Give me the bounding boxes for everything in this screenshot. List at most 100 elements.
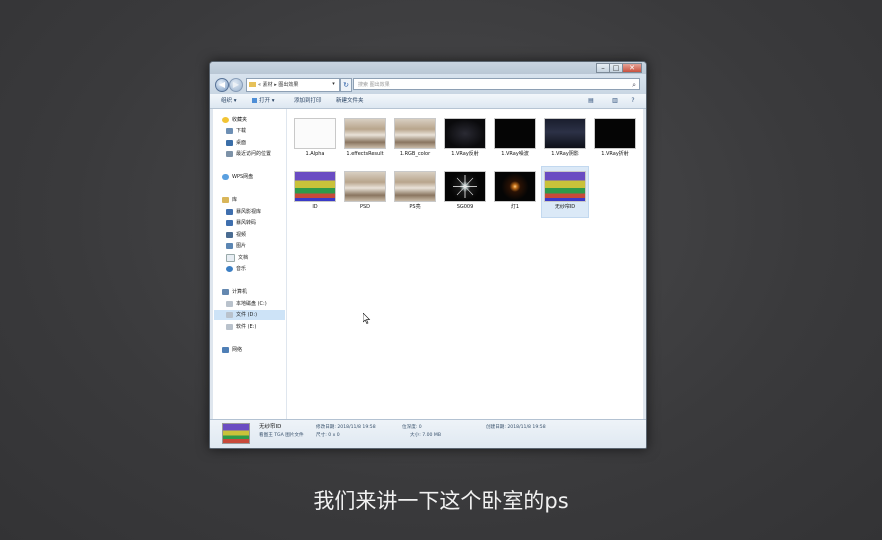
picture-icon — [226, 242, 233, 249]
file-thumbnail — [394, 171, 436, 202]
nav-documents[interactable]: 文档 — [226, 253, 248, 263]
nav-network[interactable]: 网络 — [222, 345, 242, 355]
close-button[interactable]: ✕ — [622, 63, 642, 73]
download-icon — [226, 127, 233, 134]
refresh-icon[interactable]: ↻ — [340, 78, 352, 92]
drive-icon — [226, 311, 233, 318]
network-icon — [222, 346, 229, 353]
minimize-button[interactable]: – — [596, 63, 610, 73]
explorer-window: – □ ✕ ◀ ▶ « 素材 ▸ 图出效果 ▾ ↻ 搜索 图出效果 ⌕ 组织 ▾… — [209, 61, 647, 449]
status-thumbnail — [222, 423, 250, 444]
forward-button[interactable]: ▶ — [229, 78, 243, 92]
nav-baofeng-transcode[interactable]: 暴风转码 — [226, 218, 256, 228]
nav-label: 文档 — [238, 255, 249, 261]
status-created: 创建日期: 2018/11/8 19:58 — [486, 425, 546, 430]
status-dimensions: 尺寸: 0 x 0 — [316, 433, 340, 438]
nav-videos[interactable]: 视频 — [226, 230, 246, 240]
nav-desktop[interactable]: 桌面 — [226, 138, 246, 148]
nav-label: 视频 — [236, 232, 247, 238]
file-item[interactable]: 1.VRay阴影 — [542, 114, 588, 164]
file-item[interactable]: 1.RGB_color — [392, 114, 438, 164]
nav-favorites[interactable]: 收藏夹 — [222, 115, 247, 125]
nav-downloads[interactable]: 下载 — [226, 126, 246, 136]
folder-icon — [249, 82, 256, 87]
file-thumbnail — [544, 118, 586, 149]
open-button[interactable]: 打开 ▾ — [252, 96, 275, 106]
status-modified: 修改日期: 2018/11/8 19:58 — [316, 425, 376, 430]
nav-drive-e[interactable]: 软件 (E:) — [226, 322, 256, 332]
address-path: « 素材 ▸ 图出效果 — [258, 82, 299, 88]
share-button[interactable]: 添加到打印 — [294, 96, 322, 106]
nav-baofeng-library[interactable]: 暴风影视库 — [226, 207, 261, 217]
view-options-icon[interactable]: ▤ — [586, 96, 596, 105]
nav-label: 本地磁盘 (C:) — [236, 301, 267, 307]
title-bar[interactable]: – □ ✕ — [210, 62, 646, 74]
nav-drive-c[interactable]: 本地磁盘 (C:) — [226, 299, 267, 309]
help-icon[interactable]: ? — [628, 96, 638, 105]
file-thumbnail — [344, 171, 386, 202]
search-input[interactable]: 搜索 图出效果 ⌕ — [353, 78, 640, 90]
search-icon[interactable]: ⌕ — [632, 79, 636, 91]
status-size: 大小: 7.00 MB — [410, 433, 441, 438]
desktop-icon — [226, 139, 233, 146]
maximize-button[interactable]: □ — [609, 63, 623, 73]
nav-recent[interactable]: 最近访问的位置 — [226, 149, 271, 159]
cloud-icon — [222, 173, 229, 180]
nav-computer[interactable]: 计算机 — [222, 287, 247, 297]
file-thumbnail — [444, 118, 486, 149]
nav-libraries[interactable]: 库 — [222, 195, 237, 205]
file-item[interactable]: 无纱帘ID — [541, 166, 589, 218]
nav-label: 暴风转码 — [236, 220, 257, 226]
video-subtitle: 我们来讲一下这个卧室的ps — [313, 489, 569, 513]
file-item[interactable]: PSD — [342, 167, 388, 217]
file-item[interactable]: 1.effectsResult — [342, 114, 388, 164]
nav-drive-d[interactable]: 文件 (D:) — [214, 310, 285, 320]
address-bar[interactable]: « 素材 ▸ 图出效果 — [246, 78, 340, 92]
nav-pictures[interactable]: 图片 — [226, 241, 246, 251]
status-file-type: 看图王 TGA 图片文件 — [259, 433, 304, 438]
file-item[interactable]: ID — [292, 167, 338, 217]
nav-label: WPS网盘 — [232, 174, 254, 180]
file-item[interactable]: 灯1 — [492, 167, 538, 217]
library-icon — [222, 196, 229, 203]
file-item[interactable]: 1.Alpha — [292, 114, 338, 164]
preview-pane-icon[interactable]: ▥ — [610, 96, 620, 105]
nav-music[interactable]: 音乐 — [226, 264, 246, 274]
nav-label: 音乐 — [236, 266, 247, 272]
file-item[interactable]: SG009 — [442, 167, 488, 217]
details-pane: 无纱帘ID 看图王 TGA 图片文件 修改日期: 2018/11/8 19:58… — [210, 419, 646, 448]
new-folder-button[interactable]: 新建文件夹 — [336, 96, 364, 106]
nav-label: 收藏夹 — [232, 117, 248, 123]
file-thumbnail — [594, 118, 636, 149]
video-library-icon — [226, 219, 233, 226]
nav-wps[interactable]: WPS网盘 — [222, 172, 253, 182]
file-item[interactable]: 1.VRay反射 — [442, 114, 488, 164]
navigation-pane: 收藏夹 下载 桌面 最近访问的位置 WPS网盘 库 暴风影视库 暴风转码 视频 … — [213, 109, 286, 419]
file-thumbnail — [294, 171, 336, 202]
nav-label: 库 — [232, 197, 238, 203]
back-button[interactable]: ◀ — [215, 78, 229, 92]
file-item[interactable]: 1.VRay噪波 — [492, 114, 538, 164]
open-label: 打开 ▾ — [259, 98, 275, 104]
address-dropdown[interactable]: ▾ — [329, 78, 338, 90]
file-thumbnail — [444, 171, 486, 202]
command-bar: 组织 ▾ 打开 ▾ 添加到打印 新建文件夹 ▤ ▥ ? — [210, 94, 646, 109]
drive-icon — [226, 323, 233, 330]
organize-button[interactable]: 组织 ▾ — [221, 96, 237, 106]
nav-label: 图片 — [236, 243, 247, 249]
file-item[interactable]: PS亮 — [392, 167, 438, 217]
search-placeholder: 搜索 图出效果 — [358, 82, 390, 88]
nav-label: 暴风影视库 — [236, 209, 262, 215]
document-icon — [226, 253, 235, 262]
status-file-name: 无纱帘ID — [259, 424, 282, 430]
video-icon — [226, 231, 233, 238]
nav-label: 下载 — [236, 128, 247, 134]
open-icon — [252, 98, 257, 103]
file-name: 1.VRay折射 — [601, 151, 629, 157]
nav-label: 计算机 — [232, 289, 248, 295]
file-item[interactable]: 1.VRay折射 — [592, 114, 638, 164]
file-thumbnail — [544, 171, 586, 202]
address-row: ◀ ▶ « 素材 ▸ 图出效果 ▾ ↻ 搜索 图出效果 ⌕ — [210, 74, 646, 94]
music-icon — [226, 265, 233, 272]
computer-icon — [222, 288, 229, 295]
